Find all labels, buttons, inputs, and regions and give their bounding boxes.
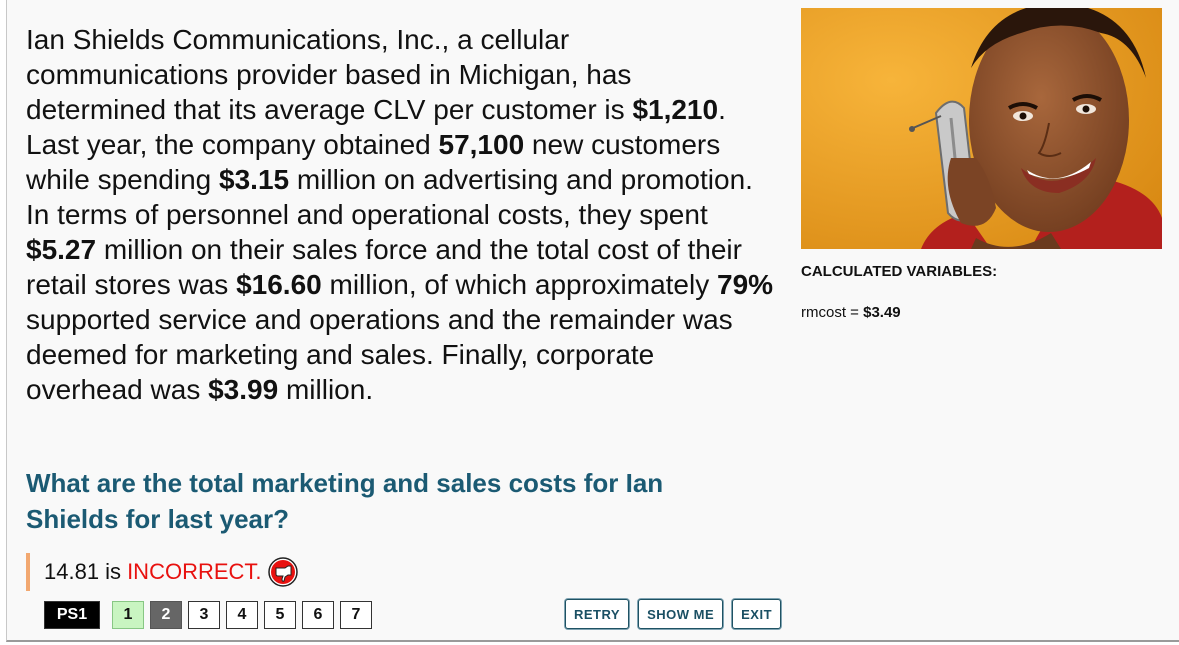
overhead-value: $3.99 bbox=[208, 374, 279, 405]
submitted-answer: 14.81 is bbox=[44, 559, 122, 584]
page-6-button[interactable]: 6 bbox=[302, 601, 334, 629]
calculated-variable-row: rmcost = $3.49 bbox=[801, 304, 901, 321]
page-4-button[interactable]: 4 bbox=[226, 601, 258, 629]
calculated-variables-title: CALCULATED VARIABLES: bbox=[801, 263, 998, 280]
problem-pager: PS1 1 2 3 4 5 6 7 bbox=[44, 601, 372, 629]
page-7-button[interactable]: 7 bbox=[340, 601, 372, 629]
percent-value: 79% bbox=[717, 269, 774, 300]
show-me-button[interactable]: SHOW ME bbox=[638, 599, 724, 629]
clv-value: $1,210 bbox=[632, 94, 719, 125]
answer-feedback: 14.81 is INCORRECT. bbox=[26, 553, 298, 591]
retail-value: $16.60 bbox=[236, 269, 322, 300]
exit-button[interactable]: EXIT bbox=[732, 599, 782, 629]
advertising-value: $3.15 bbox=[219, 164, 290, 195]
question-text: What are the total marketing and sales c… bbox=[26, 468, 664, 534]
problem-set-label: PS1 bbox=[44, 601, 100, 629]
page-2-button[interactable]: 2 bbox=[150, 601, 182, 629]
problem-statement: Ian Shields Communications, Inc., a cell… bbox=[26, 24, 774, 405]
incorrect-status: INCORRECT. bbox=[127, 559, 262, 584]
customers-value: 57,100 bbox=[438, 129, 525, 160]
action-buttons: RETRY SHOW ME EXIT bbox=[565, 599, 782, 629]
sales-force-value: $5.27 bbox=[26, 234, 97, 265]
page-1-button[interactable]: 1 bbox=[112, 601, 144, 629]
thumbs-down-icon bbox=[267, 557, 298, 587]
variable-value: $3.49 bbox=[863, 304, 901, 321]
retry-button[interactable]: RETRY bbox=[565, 599, 630, 629]
variable-name: rmcost bbox=[801, 304, 846, 321]
page-3-button[interactable]: 3 bbox=[188, 601, 220, 629]
woman-on-phone-photo bbox=[801, 8, 1162, 249]
page-5-button[interactable]: 5 bbox=[264, 601, 296, 629]
